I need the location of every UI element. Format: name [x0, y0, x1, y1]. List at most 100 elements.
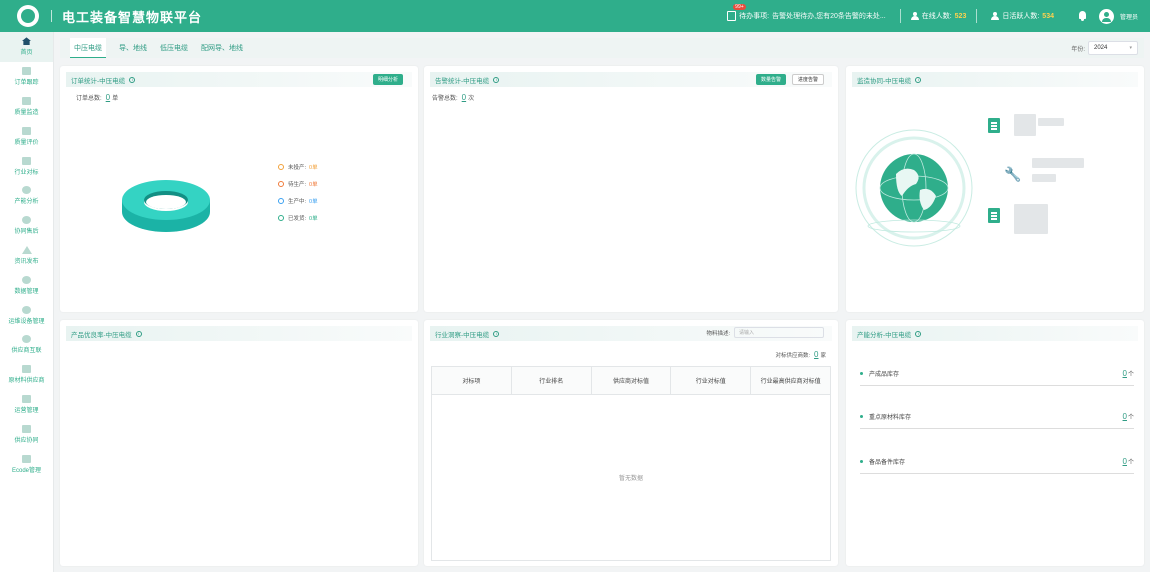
app-title: 电工装备智慧物联平台: [62, 9, 203, 25]
sidebar-item-order[interactable]: 订单跟踪: [0, 62, 53, 92]
bell-icon[interactable]: [1078, 11, 1087, 21]
legend-value: 0单: [309, 164, 318, 171]
tab-medium-voltage[interactable]: 中压电缆: [70, 38, 106, 58]
card-title: 产能分析-中压电缆: [857, 331, 912, 339]
sidebar-item-quality[interactable]: 质量监造: [0, 92, 53, 122]
order-total: 订单总数: 0 单: [76, 93, 418, 102]
sidebar-item-label: 供应协同: [14, 437, 39, 444]
globe-icon: [855, 129, 973, 247]
capacity-number[interactable]: 0: [1123, 457, 1127, 466]
info-icon[interactable]: i: [493, 76, 500, 83]
info-icon[interactable]: i: [915, 330, 922, 337]
info-icon[interactable]: i: [915, 76, 922, 83]
quantity-alarm-button[interactable]: 数量告警: [755, 74, 786, 85]
sidebar-item-news[interactable]: 资讯发布: [0, 241, 53, 271]
send-icon: [21, 245, 32, 254]
users-icon: [910, 12, 919, 20]
column-header: 对标项: [432, 367, 512, 394]
info-icon[interactable]: i: [493, 330, 500, 337]
document-icon: [988, 208, 1000, 223]
logo: [17, 5, 39, 27]
capacity-number[interactable]: 0: [1123, 412, 1127, 421]
tab-conductor[interactable]: 导、地线: [119, 38, 147, 58]
capacity-value[interactable]: 0个: [1123, 412, 1134, 421]
capacity-value[interactable]: 0个: [1123, 457, 1134, 466]
capacity-label: 重点原材料库存: [869, 415, 912, 421]
sidebar-item-label: 质量监造: [14, 109, 39, 116]
ring-hole-center: [146, 195, 186, 209]
info-icon[interactable]: i: [129, 76, 136, 83]
sidebar-item-capacity[interactable]: 产能分析: [0, 181, 53, 211]
material-icon: [22, 365, 31, 374]
supplier-count-unit: 家: [820, 353, 826, 359]
column-header: 行业排名: [512, 367, 592, 394]
alarm-total: 告警总数: 0 次: [432, 93, 838, 102]
daily-value: 534: [1042, 12, 1054, 20]
legend-value: 0单: [309, 181, 318, 188]
blurred-content: [1014, 204, 1048, 234]
sidebar-item-operation[interactable]: 运营管理: [0, 390, 53, 420]
legend-dot: [278, 214, 284, 221]
supplier-count-value[interactable]: 0: [814, 350, 818, 359]
document-icon: [988, 118, 1000, 133]
legend-value: 0单: [309, 215, 318, 222]
card-header: 监造协同-中压电缆 i: [852, 72, 1138, 87]
sidebar-item-data[interactable]: 数据管理: [0, 270, 53, 300]
avatar[interactable]: [1098, 8, 1114, 24]
capacity-value[interactable]: 0个: [1123, 369, 1134, 378]
sidebar-item-ecode[interactable]: Ecode管理: [0, 449, 53, 479]
card-header: 告警统计-中压电缆 i 数量告警 进度告警: [430, 72, 832, 87]
card-header: 产能分析-中压电缆 i: [852, 326, 1138, 341]
legend-item: 未投产: 0单: [278, 158, 318, 175]
online-label: 在线人数:: [921, 13, 952, 20]
sidebar-item-label: 行业对标: [14, 169, 39, 176]
order-legend: 未投产: 0单 待生产: 0单 生产中: 0单 已发货: 0单: [278, 158, 318, 226]
bullet-icon: [860, 415, 863, 418]
sidebar-item-label: 首页: [20, 50, 33, 57]
blurred-content: [1014, 114, 1036, 136]
info-icon[interactable]: i: [135, 330, 142, 337]
sidebar-item-label: Ecode管理: [11, 467, 41, 474]
sidebar-item-benchmark[interactable]: 行业对标: [0, 151, 53, 181]
sidebar-item-label: 产能分析: [14, 199, 39, 206]
search-input[interactable]: 请输入: [734, 327, 824, 338]
top-header: 电工装备智慧物联平台 99+ 待办事项: 告警处理待办,您有20条告警的未处..…: [0, 0, 1150, 32]
todo-notice[interactable]: 99+ 待办事项: 告警处理待办,您有20条告警的未处...: [727, 4, 886, 21]
supply-icon: [22, 424, 31, 433]
order-total-label: 订单总数:: [76, 96, 102, 102]
sidebar-item-home[interactable]: 首页: [0, 32, 53, 62]
industry-insight-card: 行业洞察-中压电缆 i 物料描述: 请输入 对标供应商数: 0 家 对标项 行业…: [424, 320, 838, 566]
sidebar-item-evaluate[interactable]: 质量评价: [0, 121, 53, 151]
sidebar-item-label: 数据管理: [14, 288, 39, 295]
capacity-label: 产成品库存: [869, 372, 900, 378]
sidebar-item-service[interactable]: 协同售后: [0, 211, 53, 241]
order-total-value[interactable]: 0: [106, 93, 110, 102]
year-label: 年份:: [1071, 46, 1085, 53]
detail-analysis-button[interactable]: 明细分析: [372, 74, 403, 85]
year-select[interactable]: 2024 ▾: [1088, 41, 1138, 55]
progress-alarm-button[interactable]: 进度告警: [791, 74, 824, 85]
sidebar-item-label: 资讯发布: [14, 258, 39, 265]
data-icon: [22, 275, 31, 284]
header-divider: [51, 10, 52, 22]
legend-dot: [278, 180, 284, 187]
legend-item: 待生产: 0单: [278, 175, 318, 192]
column-header: 行业对标值: [671, 367, 752, 394]
search-label: 物料描述:: [706, 330, 730, 337]
card-title: 产品优良率-中压电缆: [71, 331, 132, 339]
alarm-total-value[interactable]: 0: [462, 93, 466, 102]
sidebar-item-label: 原材料供应商: [8, 378, 45, 385]
tab-low-voltage[interactable]: 低压电缆: [160, 38, 188, 58]
sidebar-item-supplier[interactable]: 供应商互联: [0, 330, 53, 360]
order-icon: [22, 67, 31, 76]
username[interactable]: 管理员: [1120, 12, 1138, 21]
legend-value: 0单: [309, 198, 318, 205]
capacity-number[interactable]: 0: [1123, 369, 1127, 378]
legend-dot: [278, 197, 284, 204]
sidebar-item-material[interactable]: 原材料供应商: [0, 360, 53, 390]
product-yield-card: 产品优良率-中压电缆 i: [60, 320, 418, 566]
sidebar-item-device[interactable]: 运维设备管理: [0, 300, 53, 330]
sidebar-item-supply[interactable]: 供应协同: [0, 419, 53, 449]
tab-distribution[interactable]: 配网导、地线: [201, 38, 243, 58]
legend-label: 未投产:: [288, 164, 307, 171]
